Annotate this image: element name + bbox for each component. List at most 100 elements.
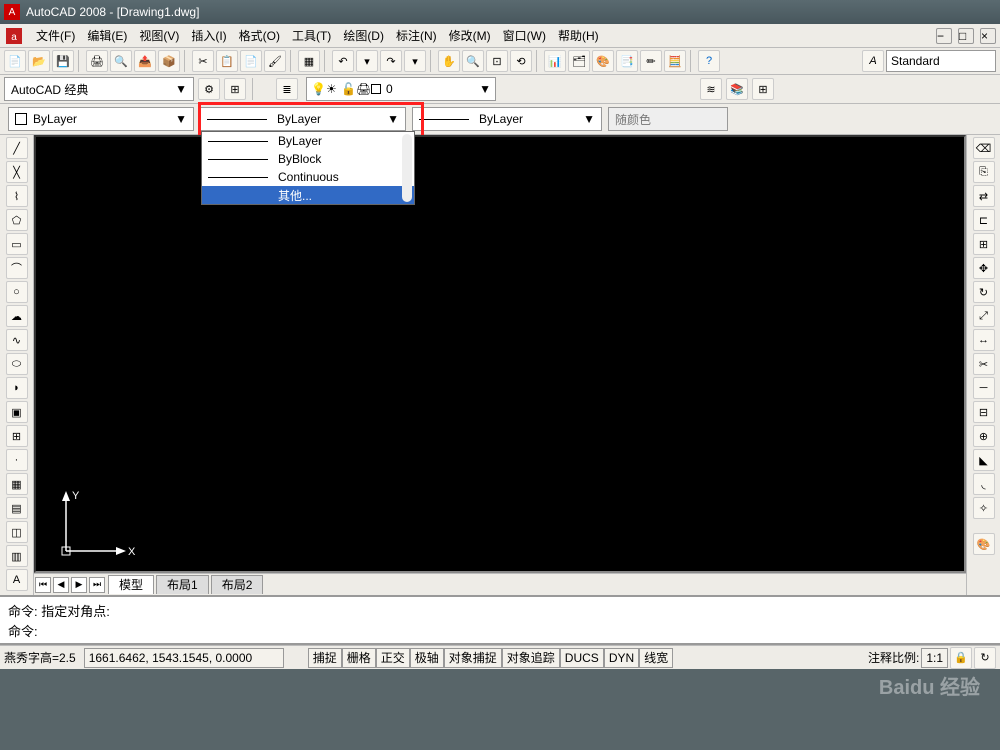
toolpalette-button[interactable]: 🎨	[592, 50, 614, 72]
break-tool[interactable]: ⊟	[973, 401, 995, 423]
properties-button[interactable]: 📊	[544, 50, 566, 72]
designcenter-button[interactable]: 🗂	[568, 50, 590, 72]
save-button[interactable]: 💾	[52, 50, 74, 72]
trim-tool[interactable]: ✂	[973, 353, 995, 375]
menu-item[interactable]: 帮助(H)	[552, 27, 605, 45]
color-combo[interactable]: ByLayer ▼	[8, 107, 194, 131]
express-tool[interactable]: 🎨	[973, 533, 995, 555]
xline-tool[interactable]: ╳	[6, 161, 28, 183]
make-block-tool[interactable]: ⊞	[6, 425, 28, 447]
ellipse-arc-tool[interactable]: ◗	[6, 377, 28, 399]
move-tool[interactable]: ✥	[973, 257, 995, 279]
annoscale-toggle[interactable]: 🔒	[950, 647, 972, 669]
table-tool[interactable]: ▥	[6, 545, 28, 567]
status-toggle[interactable]: 对象追踪	[502, 648, 560, 668]
layer-states-button[interactable]: 📚	[726, 78, 748, 100]
linetype-combo[interactable]: ByLayer ▼	[200, 107, 406, 131]
status-toggle[interactable]: 极轴	[410, 648, 444, 668]
close-button[interactable]: ×	[980, 28, 996, 44]
textstyle-combo[interactable]: Standard	[886, 50, 996, 72]
paste-button[interactable]: 📄	[240, 50, 262, 72]
gradient-tool[interactable]: ▤	[6, 497, 28, 519]
menu-item[interactable]: 修改(M)	[443, 27, 497, 45]
sheetset-button[interactable]: 📑	[616, 50, 638, 72]
layer-combo[interactable]: 💡 ☀ 🔓 🖨 0 ▼	[306, 77, 496, 101]
layout-tab[interactable]: 布局1	[156, 575, 209, 594]
scale-tool[interactable]: ⤢	[973, 305, 995, 327]
undo-drop-button[interactable]: ▾	[356, 50, 378, 72]
pan-button[interactable]: ✋	[438, 50, 460, 72]
point-tool[interactable]: ·	[6, 449, 28, 471]
plot-button[interactable]: 🖨	[86, 50, 108, 72]
hatch-tool[interactable]: ▦	[6, 473, 28, 495]
redo-drop-button[interactable]: ▾	[404, 50, 426, 72]
workspace-combo[interactable]: AutoCAD 经典 ▼	[4, 77, 194, 101]
linetype-option[interactable]: 其他...	[202, 186, 414, 204]
annosync-toggle[interactable]: ↻	[974, 647, 996, 669]
redo-button[interactable]: ↷	[380, 50, 402, 72]
tab-first-button[interactable]: ⏮	[35, 577, 51, 593]
spline-tool[interactable]: ∿	[6, 329, 28, 351]
chamfer-tool[interactable]: ◣	[973, 449, 995, 471]
fillet-tool[interactable]: ◟	[973, 473, 995, 495]
status-toggle[interactable]: 捕捉	[308, 648, 342, 668]
menu-item[interactable]: 视图(V)	[133, 27, 185, 45]
revcloud-tool[interactable]: ☁	[6, 305, 28, 327]
arc-tool[interactable]: ⌒	[6, 257, 28, 279]
status-toggle[interactable]: 对象捕捉	[444, 648, 502, 668]
coords-display[interactable]: 1661.6462, 1543.1545, 0.0000	[84, 648, 284, 668]
command-line[interactable]: 命令: 指定对角点: 命令:	[0, 595, 1000, 645]
menu-item[interactable]: 文件(F)	[30, 27, 81, 45]
markup-button[interactable]: ✏	[640, 50, 662, 72]
rectangle-tool[interactable]: ▭	[6, 233, 28, 255]
menu-item[interactable]: 绘图(D)	[337, 27, 390, 45]
linetype-option[interactable]: ByLayer	[202, 132, 414, 150]
layer-isolate-button[interactable]: ⊞	[752, 78, 774, 100]
layout-tab[interactable]: 模型	[108, 575, 154, 594]
rotate-tool[interactable]: ↻	[973, 281, 995, 303]
workspace-save-button[interactable]: ⊞	[224, 78, 246, 100]
annoscale-value[interactable]: 1:1	[921, 648, 948, 668]
menu-item[interactable]: 格式(O)	[233, 27, 286, 45]
circle-tool[interactable]: ○	[6, 281, 28, 303]
extend-tool[interactable]: ─	[973, 377, 995, 399]
polygon-tool[interactable]: ⬠	[6, 209, 28, 231]
restore-button[interactable]: □	[958, 28, 974, 44]
help-button[interactable]: ?	[698, 50, 720, 72]
tab-next-button[interactable]: ▶	[71, 577, 87, 593]
polyline-tool[interactable]: ⌇	[6, 185, 28, 207]
undo-button[interactable]: ↶	[332, 50, 354, 72]
status-toggle[interactable]: 线宽	[639, 648, 673, 668]
minimize-button[interactable]: −	[936, 28, 952, 44]
menu-item[interactable]: 插入(I)	[185, 27, 232, 45]
status-toggle[interactable]: 正交	[376, 648, 410, 668]
zoom-previous-button[interactable]: ⟲	[510, 50, 532, 72]
publish-button[interactable]: 📤	[134, 50, 156, 72]
region-tool[interactable]: ◫	[6, 521, 28, 543]
menu-item[interactable]: 标注(N)	[390, 27, 443, 45]
line-tool[interactable]: ╱	[6, 137, 28, 159]
textstyle-button[interactable]: A	[862, 50, 884, 72]
linetype-option[interactable]: ByBlock	[202, 150, 414, 168]
mtext-tool[interactable]: A	[6, 569, 28, 591]
drawing-canvas[interactable]: Y X	[34, 135, 966, 573]
copy-button[interactable]: 📋	[216, 50, 238, 72]
mirror-tool[interactable]: ⇄	[973, 185, 995, 207]
3ddwf-button[interactable]: 📦	[158, 50, 180, 72]
scrollbar[interactable]	[402, 134, 412, 202]
explode-tool[interactable]: ✧	[973, 497, 995, 519]
menu-item[interactable]: 编辑(E)	[81, 27, 133, 45]
menu-item[interactable]: 工具(T)	[286, 27, 337, 45]
layer-previous-button[interactable]: ≋	[700, 78, 722, 100]
workspace-settings-button[interactable]: ⚙	[198, 78, 220, 100]
zoom-realtime-button[interactable]: 🔍	[462, 50, 484, 72]
status-toggle[interactable]: DUCS	[560, 648, 604, 668]
layout-tab[interactable]: 布局2	[211, 575, 264, 594]
plot-preview-button[interactable]: 🔍	[110, 50, 132, 72]
status-toggle[interactable]: DYN	[604, 648, 639, 668]
matchprop-button[interactable]: 🖌	[264, 50, 286, 72]
menu-item[interactable]: 窗口(W)	[497, 27, 552, 45]
layer-properties-button[interactable]: ≣	[276, 78, 298, 100]
erase-tool[interactable]: ⌫	[973, 137, 995, 159]
stretch-tool[interactable]: ↔	[973, 329, 995, 351]
